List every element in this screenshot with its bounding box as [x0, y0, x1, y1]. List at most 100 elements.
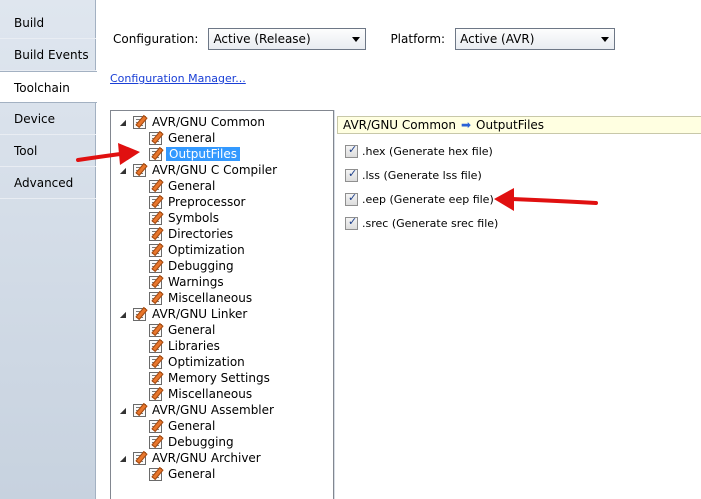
property-page-icon: [149, 275, 162, 289]
checkbox-checked-icon[interactable]: ✓: [345, 215, 358, 230]
tree-item-label: General: [168, 323, 216, 337]
tree-item[interactable]: Preprocessor: [149, 194, 247, 210]
tree-item-label: General: [168, 419, 216, 433]
property-page-icon: [133, 115, 146, 129]
tree-item[interactable]: General: [149, 178, 217, 194]
expand-toggle-icon[interactable]: ◢: [117, 116, 129, 128]
property-page-icon: [133, 403, 146, 417]
tree-item-label: AVR/GNU C Compiler: [152, 163, 278, 177]
hex-option-checkbox[interactable]: ✓ .hex (Generate hex file): [345, 143, 493, 159]
tree-group[interactable]: ◢ AVR/GNU Assembler: [117, 402, 276, 418]
expand-toggle-icon[interactable]: ◢: [117, 404, 129, 416]
tree-item-label: AVR/GNU Common: [152, 115, 265, 129]
property-page-icon: [149, 387, 162, 401]
property-page-icon: [149, 195, 162, 209]
property-page-icon: [149, 339, 162, 353]
srec-option-label: .srec (Generate srec file): [362, 216, 499, 230]
tree-item[interactable]: Memory Settings: [149, 370, 272, 386]
tree-item-label: Optimization: [168, 243, 245, 257]
tree-item[interactable]: OutputFiles: [149, 146, 241, 162]
lss-option-label: .lss (Generate lss file): [362, 168, 482, 182]
expand-toggle-icon[interactable]: ◢: [117, 308, 129, 320]
expand-toggle-icon[interactable]: ◢: [117, 452, 129, 464]
platform-select[interactable]: Active (AVR): [455, 28, 616, 50]
configuration-value: Active (Release): [213, 32, 311, 46]
configuration-label: Configuration:: [113, 32, 199, 46]
tree-item[interactable]: Debugging: [149, 434, 236, 450]
property-page-icon: [149, 147, 162, 161]
settings-tree[interactable]: ◢ AVR/GNU Common General OutputFiles ◢ AVR/GN…: [110, 110, 334, 499]
tree-item-label: Debugging: [168, 259, 234, 273]
configuration-select[interactable]: Active (Release): [208, 28, 367, 50]
property-page-icon: [133, 163, 146, 177]
tree-item-label: AVR/GNU Linker: [152, 307, 248, 321]
expand-toggle-icon[interactable]: ◢: [117, 164, 129, 176]
srec-option-checkbox[interactable]: ✓ .srec (Generate srec file): [345, 215, 498, 231]
tree-item[interactable]: General: [149, 466, 217, 482]
property-page-icon: [149, 323, 162, 337]
vertical-tab-strip: Build Build Events Toolchain Device Tool…: [0, 0, 97, 499]
property-page-icon: [149, 467, 162, 481]
breadcrumb-parent: AVR/GNU Common: [343, 118, 456, 132]
configuration-manager-link[interactable]: Configuration Manager...: [110, 72, 246, 85]
tree-item[interactable]: Debugging: [149, 258, 236, 274]
property-page-icon: [149, 179, 162, 193]
tree-item[interactable]: Miscellaneous: [149, 290, 254, 306]
checkbox-checked-icon[interactable]: ✓: [345, 167, 358, 182]
eep-option-label: .eep (Generate eep file): [362, 192, 494, 206]
hex-option-label: .hex (Generate hex file): [362, 144, 493, 158]
tab-build[interactable]: Build: [0, 7, 96, 39]
tree-group[interactable]: ◢ AVR/GNU Archiver: [117, 450, 263, 466]
tab-build-events[interactable]: Build Events: [0, 39, 96, 71]
tree-item[interactable]: Symbols: [149, 210, 221, 226]
toolchain-page: Configuration: Active (Release) Platform…: [97, 0, 701, 499]
tree-item[interactable]: Libraries: [149, 338, 222, 354]
tree-item-label: Miscellaneous: [168, 291, 253, 305]
tree-item[interactable]: Directories: [149, 226, 235, 242]
tree-group[interactable]: ◢ AVR/GNU C Compiler: [117, 162, 279, 178]
tree-item-label: Debugging: [168, 435, 234, 449]
tree-item[interactable]: Optimization: [149, 242, 247, 258]
breadcrumb-child: OutputFiles: [476, 118, 545, 132]
property-page-icon: [149, 435, 162, 449]
tab-toolchain[interactable]: Toolchain: [0, 71, 97, 103]
property-page-icon: [149, 243, 162, 257]
tree-item-label: AVR/GNU Archiver: [152, 451, 261, 465]
tree-group[interactable]: ◢ AVR/GNU Common: [117, 114, 267, 130]
tab-tool[interactable]: Tool: [0, 135, 96, 167]
property-page-icon: [149, 371, 162, 385]
tab-advanced[interactable]: Advanced: [0, 167, 96, 199]
tree-item-label: AVR/GNU Assembler: [152, 403, 274, 417]
tree-item-label: General: [168, 131, 216, 145]
tree-item-label: General: [168, 179, 216, 193]
tree-item[interactable]: General: [149, 130, 217, 146]
pane-splitter[interactable]: [334, 110, 335, 499]
chevron-down-icon: [352, 37, 361, 42]
eep-option-checkbox[interactable]: ✓ .eep (Generate eep file): [345, 191, 494, 207]
property-page-icon: [149, 131, 162, 145]
tree-item[interactable]: General: [149, 418, 217, 434]
tree-item-label: Directories: [168, 227, 234, 241]
tree-item[interactable]: Miscellaneous: [149, 386, 254, 402]
tree-item-label: Preprocessor: [168, 195, 246, 209]
tree-item-label: Memory Settings: [168, 371, 270, 385]
checkbox-checked-icon[interactable]: ✓: [345, 143, 358, 158]
tree-item-label: Optimization: [168, 355, 245, 369]
checkbox-checked-icon[interactable]: ✓: [345, 191, 358, 206]
tree-item[interactable]: General: [149, 322, 217, 338]
tree-group[interactable]: ◢ AVR/GNU Linker: [117, 306, 249, 322]
configuration-row: Configuration: Active (Release) Platform…: [113, 27, 616, 51]
lss-option-checkbox[interactable]: ✓ .lss (Generate lss file): [345, 167, 482, 183]
breadcrumb: AVR/GNU Common ➡ OutputFiles: [337, 116, 701, 134]
platform-label: Platform:: [390, 32, 446, 46]
platform-value: Active (AVR): [460, 32, 535, 46]
tree-item-label: General: [168, 467, 216, 481]
tree-item-label: Libraries: [168, 339, 220, 353]
tree-item[interactable]: Warnings: [149, 274, 226, 290]
tree-item-label: Miscellaneous: [168, 387, 253, 401]
tree-item-label: Symbols: [168, 211, 219, 225]
property-page-icon: [149, 291, 162, 305]
tree-item[interactable]: Optimization: [149, 354, 247, 370]
property-page-icon: [149, 419, 162, 433]
tab-device[interactable]: Device: [0, 103, 96, 135]
